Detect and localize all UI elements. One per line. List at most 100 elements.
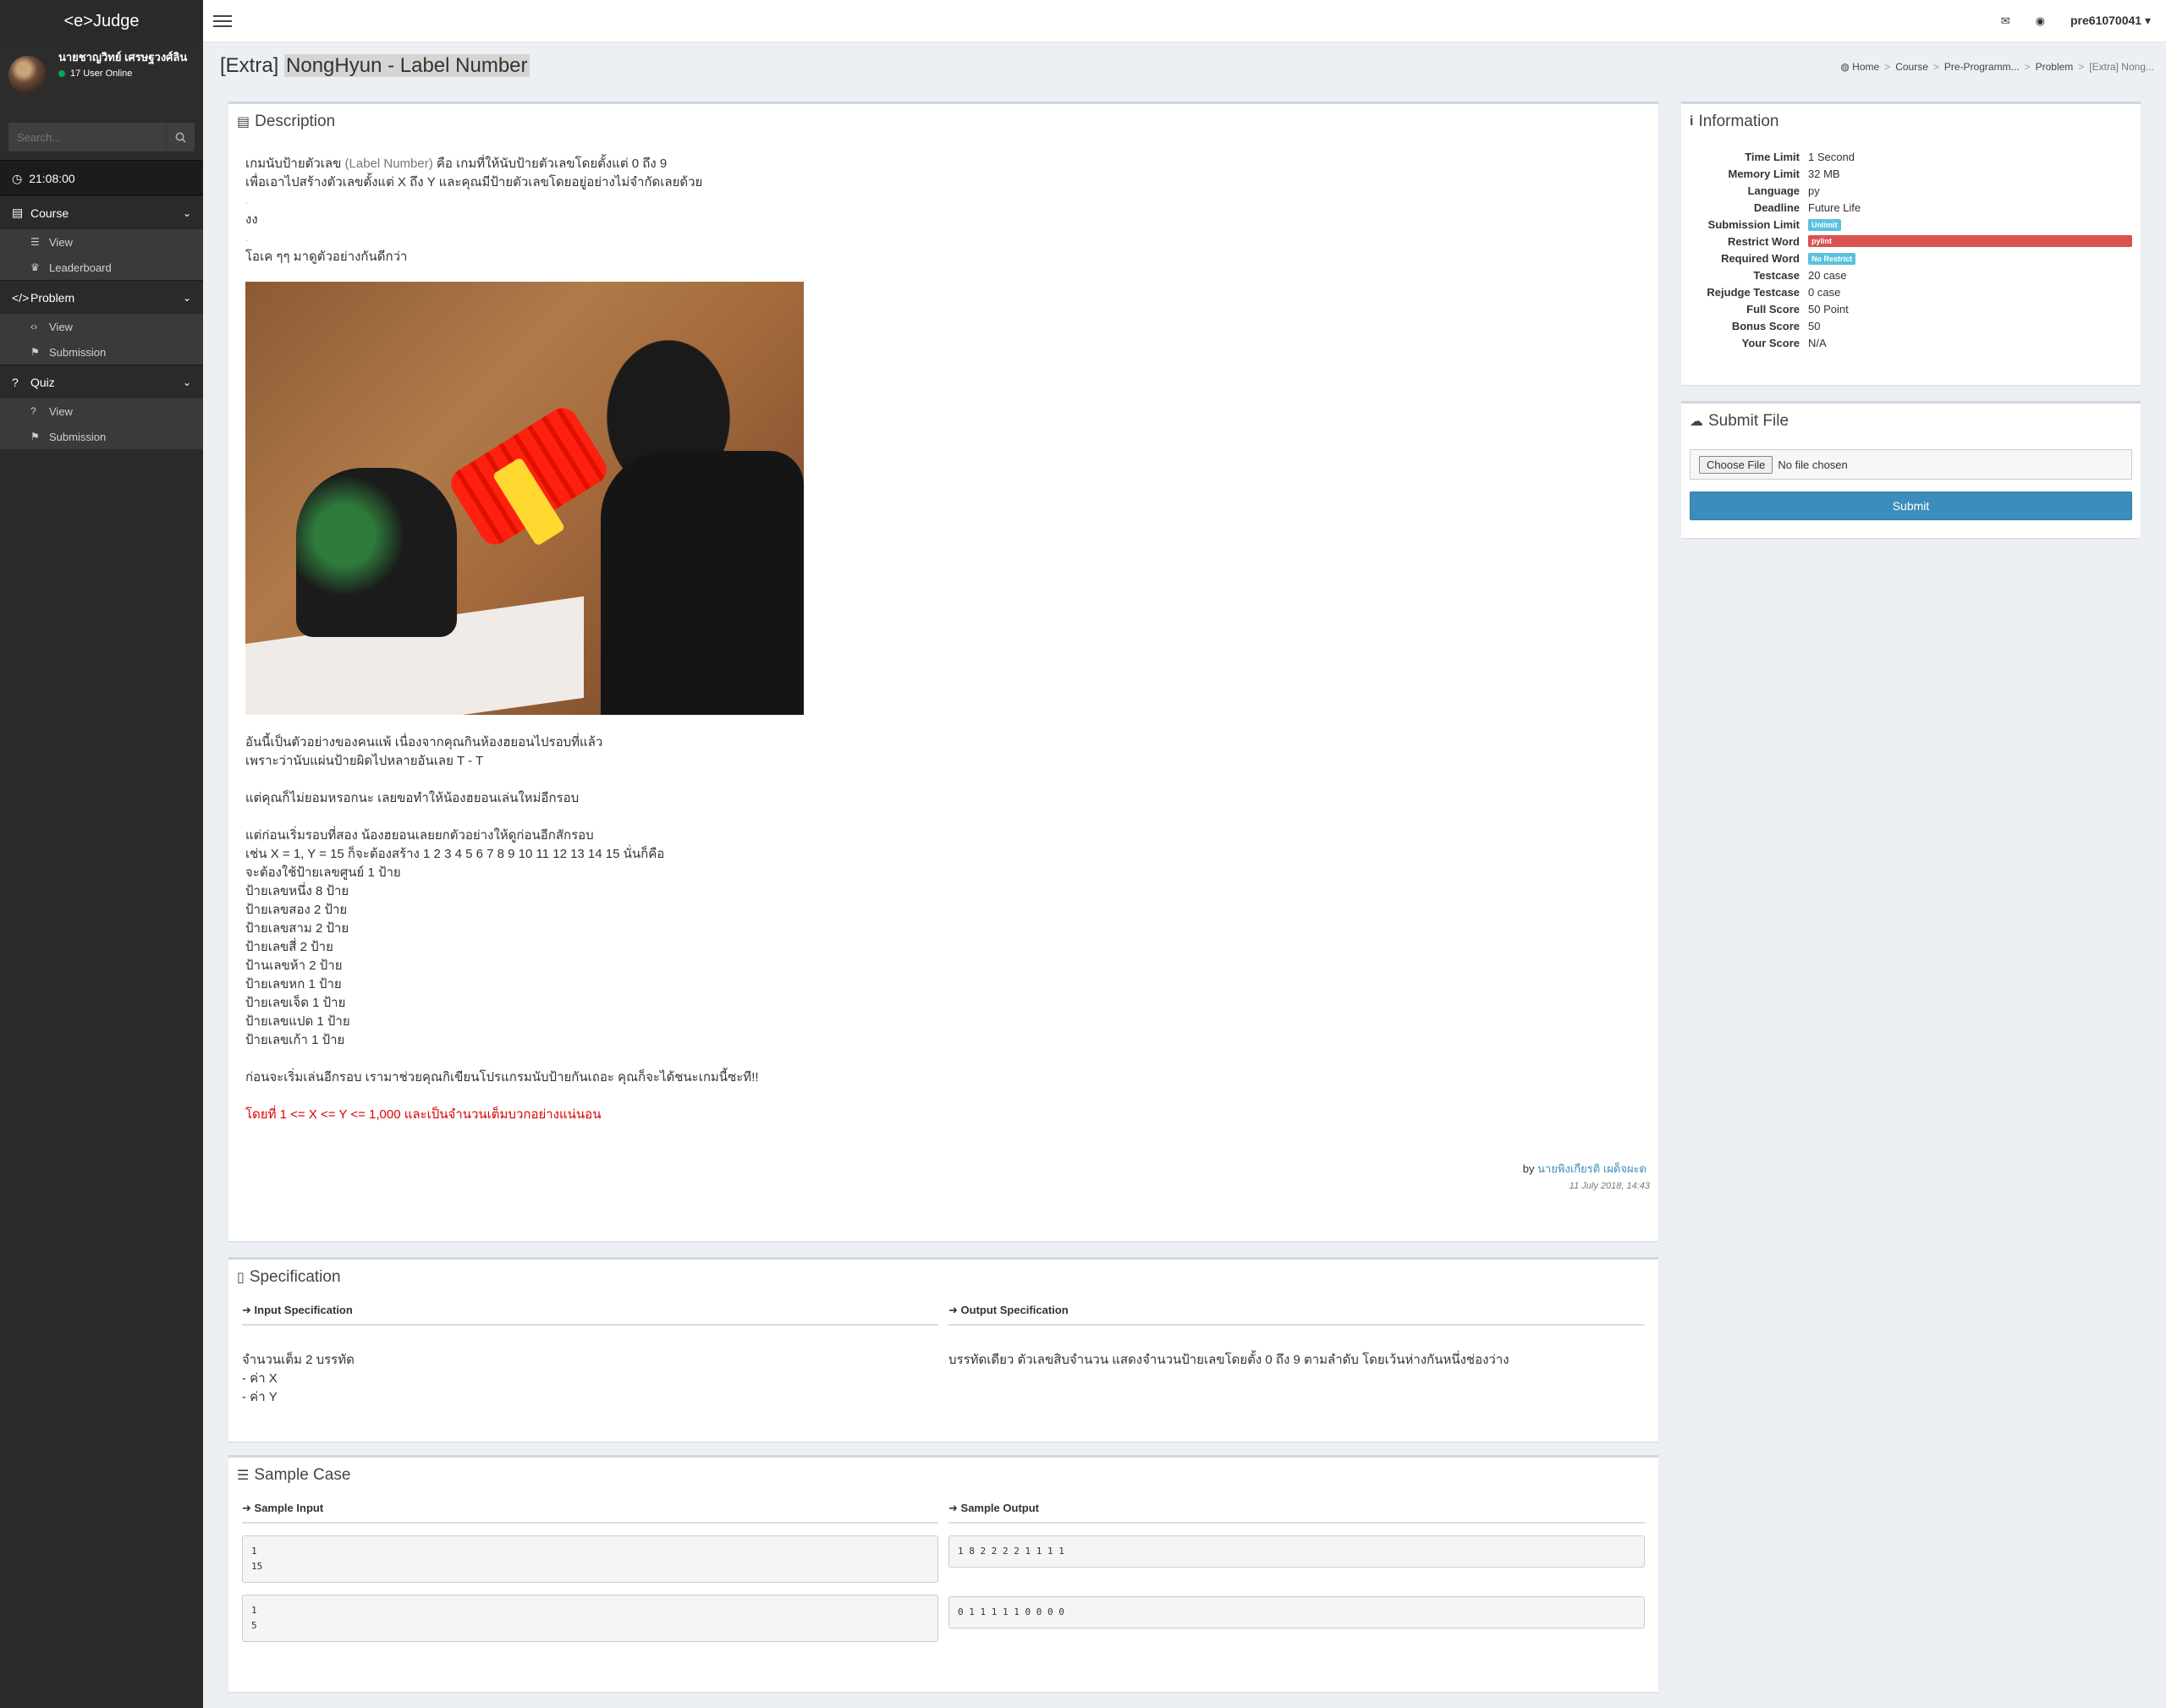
sidebar-item-problem-submission[interactable]: ⚑ Submission xyxy=(0,339,203,365)
info-value: Unlimit xyxy=(1808,217,2132,231)
example-photo xyxy=(245,282,804,715)
sample-title: Sample Case xyxy=(254,1466,351,1484)
submit-button[interactable]: Submit xyxy=(1690,492,2132,520)
output-spec-col: ➜ Output Specification บรรทัดเดียว ตัวเล… xyxy=(943,1295,1650,1407)
info-value: py xyxy=(1808,184,1820,197)
info-value: 50 xyxy=(1808,319,1821,332)
output-spec-label: Output Specification xyxy=(960,1304,1069,1316)
desc-line-2: เพื่อเอาไปสร้างตัวเลขตั้งแต่ X ถึง Y และ… xyxy=(245,175,703,189)
info-row: Bonus Score 50 xyxy=(1690,317,2132,334)
trophy-icon: ♛ xyxy=(30,261,40,273)
code-icon: </> xyxy=(12,290,30,305)
breadcrumb-course[interactable]: Course xyxy=(1895,61,1928,73)
desc-para3-line: ป้านเลขห้า 2 ป้าย xyxy=(245,958,343,973)
app-logo[interactable]: <e>Judge xyxy=(0,0,203,42)
sidebar-item-quiz-view[interactable]: ? View xyxy=(0,398,203,424)
input-spec-line: - ค่า Y xyxy=(242,1390,278,1404)
info-key: Bonus Score xyxy=(1731,319,1800,332)
desc-para1-line: เพราะว่านับแผ่นป้ายผิดไปหลายอันเลย T - T xyxy=(245,754,484,768)
sample-output-block[interactable]: 1 8 2 2 2 2 1 1 1 1 xyxy=(948,1535,1645,1568)
desc-text: (Label Number) xyxy=(344,157,433,171)
choose-file-button[interactable]: Choose File xyxy=(1699,455,1773,474)
submit-heading: ☁ Submit File xyxy=(1681,404,2141,439)
menu-problem[interactable]: </> Problem ⌄ xyxy=(0,280,203,314)
sidebar-item-label: View xyxy=(49,404,73,418)
input-spec-line: - ค่า X xyxy=(242,1371,278,1386)
online-dot-icon xyxy=(58,70,65,77)
sample-output-col: ➜ Sample Output 1 8 2 2 2 2 1 1 1 1 0 1 … xyxy=(943,1493,1650,1642)
input-spec-head: ➜ Input Specification xyxy=(242,1295,938,1326)
sample-input-block[interactable]: 1 5 xyxy=(242,1595,938,1642)
specification-title: Specification xyxy=(249,1268,341,1286)
server-clock: ◷ 21:08:00 xyxy=(0,160,203,195)
input-spec-col: ➜ Input Specification จำนวนเต็ม 2 บรรทัด… xyxy=(237,1295,943,1407)
submit-file-box: ☁ Submit File Choose File No file chosen … xyxy=(1681,401,2141,538)
sign-in-icon: ➜ xyxy=(242,1304,251,1316)
list-alt-icon: ▤ xyxy=(237,115,250,129)
search-icon xyxy=(175,132,186,143)
input-spec-label: Input Specification xyxy=(254,1304,353,1316)
breadcrumb-current: [Extra] Nong... xyxy=(2089,61,2154,73)
specification-box: ▯ Specification ➜ Input Specification จำน… xyxy=(228,1257,1658,1442)
desc-para3-line: แต่ก่อนเริ่มรอบที่สอง น้องฮยอนเลยยกตัวอย… xyxy=(245,828,594,843)
search-button[interactable] xyxy=(166,123,195,151)
user-name: นายชาญวิทย์ เศรษฐวงศ์ลิน xyxy=(58,51,188,63)
chevron-down-icon: ⌄ xyxy=(182,291,191,304)
breadcrumb-problem[interactable]: Problem xyxy=(2036,61,2074,73)
sidebar-item-problem-view[interactable]: ‹› View xyxy=(0,314,203,339)
menu-quiz[interactable]: ? Quiz ⌄ xyxy=(0,365,203,398)
desc-para3-line: ป้ายเลขหนึ่ง 8 ป้าย xyxy=(245,884,349,898)
info-row: Your Score N/A xyxy=(1690,334,2132,351)
info-value: 50 Point xyxy=(1808,302,1849,316)
info-key: Restrict Word xyxy=(1728,234,1800,248)
sidebar-item-quiz-submission[interactable]: ⚑ Submission xyxy=(0,424,203,449)
author-link[interactable]: นายพิงเกียรติ เผด็จผะด xyxy=(1537,1162,1646,1175)
breadcrumb-label: Home xyxy=(1852,61,1880,73)
list-ol-icon: ☰ xyxy=(237,1469,250,1483)
user-panel: นายชาญวิทย์ เศรษฐวงศ์ลิน 17 User Online xyxy=(0,42,203,114)
menu-toggle-icon[interactable] xyxy=(213,12,232,30)
breadcrumb-separator: > xyxy=(2024,61,2031,73)
file-input[interactable]: Choose File No file chosen xyxy=(1690,449,2132,480)
author-line: by นายพิงเกียรติ เผด็จผะด xyxy=(228,1150,1658,1178)
info-value: 20 case xyxy=(1808,268,1847,282)
specification-heading: ▯ Specification xyxy=(228,1260,1658,1295)
breadcrumb-course-name[interactable]: Pre-Programm... xyxy=(1944,61,2020,73)
input-spec-body: จำนวนเต็ม 2 บรรทัด - ค่า X - ค่า Y xyxy=(242,1326,938,1407)
sidebar-item-leaderboard[interactable]: ♛ Leaderboard xyxy=(0,255,203,280)
chevron-down-icon: ⌄ xyxy=(182,206,191,219)
sample-output-label: Sample Output xyxy=(960,1502,1039,1514)
breadcrumb-home[interactable]: ◍ Home xyxy=(1840,61,1879,73)
sample-input-block[interactable]: 1 15 xyxy=(242,1535,938,1583)
sidebar-item-course-view[interactable]: ☰ View xyxy=(0,229,203,255)
breadcrumb-separator: > xyxy=(1884,61,1891,73)
submission-limit-badge: Unlimit xyxy=(1808,219,1841,231)
sample-output-block[interactable]: 0 1 1 1 1 1 0 0 0 0 xyxy=(948,1596,1645,1628)
desc-okay: โอเค ๆๆ มาดูตัวอย่างกันดีกว่า xyxy=(245,250,408,264)
info-value: Future Life xyxy=(1808,200,1861,214)
output-spec-text: บรรทัดเดียว ตัวเลขสิบจำนวน แสดงจำนวนป้าย… xyxy=(948,1353,1509,1367)
desc-line-1: เกมนับป้ายตัวเลข (Label Number) คือ เกมท… xyxy=(245,155,1641,173)
restrict-word-badge: pylint xyxy=(1808,235,2132,247)
info-row: Restrict Word pylint xyxy=(1690,233,2132,250)
desc-para3-line: เช่น X = 1, Y = 15 ก็จะต้องสร้าง 1 2 3 4… xyxy=(245,847,665,861)
search-input[interactable] xyxy=(8,123,166,151)
info-value: 1 Second xyxy=(1808,150,1855,163)
menu-course[interactable]: ▤ Course ⌄ xyxy=(0,195,203,229)
sample-input-label: Sample Input xyxy=(254,1502,324,1514)
desc-para3-line: ป้ายเลขสาม 2 ป้าย xyxy=(245,921,349,936)
description-heading: ▤ Description xyxy=(228,104,1658,140)
desc-dot: . xyxy=(245,233,249,244)
info-value: No Restrict xyxy=(1808,251,2132,265)
globe-icon[interactable]: ◉ xyxy=(2036,14,2045,28)
desc-para1-line: อันนี้เป็นตัวอย่างของคนแพ้ เนื่องจากคุณก… xyxy=(245,735,603,750)
user-menu[interactable]: pre61070041 ▾ xyxy=(2070,14,2151,28)
envelope-icon[interactable]: ✉ xyxy=(2001,14,2010,28)
output-spec-body: บรรทัดเดียว ตัวเลขสิบจำนวน แสดงจำนวนป้าย… xyxy=(948,1326,1645,1370)
title-main: NongHyun - Label Number xyxy=(284,54,530,77)
breadcrumb-separator: > xyxy=(2078,61,2085,73)
info-value: 0 case xyxy=(1808,285,1841,299)
info-key: Required Word xyxy=(1721,251,1800,265)
description-title: Description xyxy=(255,113,336,130)
flag-icon: ⚑ xyxy=(30,346,40,358)
